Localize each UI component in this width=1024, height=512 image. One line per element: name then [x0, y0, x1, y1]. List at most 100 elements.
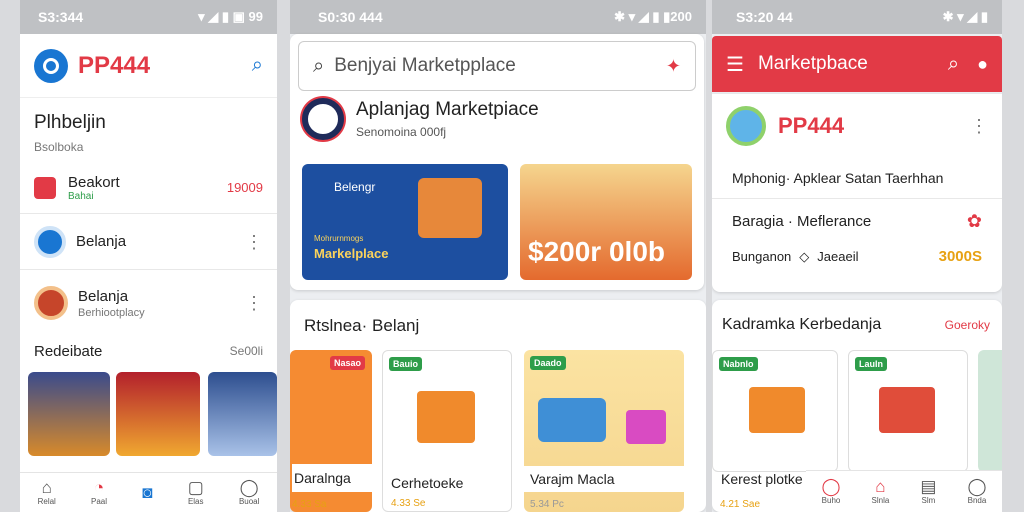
nav-profile[interactable]: ◯ Buoal	[239, 478, 259, 507]
banner-price: $200r 0l0b	[528, 236, 665, 267]
shop-brand: PP444	[778, 113, 845, 138]
product-title: Cerhetoeke	[391, 475, 464, 491]
search-icon: ⌕	[313, 54, 325, 77]
list-item[interactable]: Beakort Bahai 19009	[20, 162, 277, 214]
product-title: Daralnga	[292, 464, 372, 492]
product-image	[879, 387, 935, 433]
list-item-title: Belanja	[76, 233, 127, 250]
product-thumbnails	[20, 366, 277, 456]
product-card[interactable]: Lauln	[848, 350, 968, 472]
doc-icon: ▤	[920, 477, 937, 496]
nav-home[interactable]: ⌂ Slnla	[872, 477, 890, 506]
nav-home[interactable]: ⌂ Relal	[38, 479, 56, 507]
list-item-title: Beakort	[68, 173, 120, 191]
status-icons: ✱ ▾ ◢ ▮ ▮200	[614, 9, 692, 24]
product-image	[538, 398, 606, 442]
store-icon	[34, 225, 66, 258]
section-title: Redeibate	[34, 342, 103, 360]
shop-header[interactable]: PP444 ⋮	[712, 94, 1002, 158]
user-icon: ◯	[239, 478, 259, 497]
section-header: Kadramka Kerbedanja Goeroky	[722, 316, 990, 334]
product-title: Varajm Macla	[524, 466, 684, 492]
nav-notifications[interactable]: ◔ Paal	[91, 479, 107, 507]
see-all-link[interactable]: Goeroky	[945, 318, 990, 332]
bottom-nav: ◯ Buho ⌂ Slnla ▤ Slm ◯ Bnda	[806, 470, 1002, 512]
product-badge: Lauln	[855, 357, 887, 371]
product-price: 4.33 Se	[391, 498, 426, 509]
shop-row-1: Mphonig· Apklear Satan Taerhhan	[712, 158, 1002, 199]
product-card[interactable]: Nabnlo Kerest plotke	[712, 350, 838, 487]
promo-banner-marketplace[interactable]: Belengr Mohrurnmogs Markelplace	[302, 164, 508, 280]
section-value: Se00li	[229, 344, 263, 358]
shop-row-2-label: Baragia · Meflerance	[732, 213, 872, 230]
status-bar: S3:344 ▾ ◢ ▮ ▣ 99	[20, 0, 277, 34]
gift-icon	[34, 176, 56, 199]
status-time: S3:20 44	[736, 9, 793, 25]
shop-row-2[interactable]: Baragia · Meflerance ✿	[712, 199, 1002, 244]
product-thumbnail[interactable]	[208, 372, 277, 456]
product-price: 5.34 Pc	[530, 499, 564, 510]
product-thumbnail[interactable]	[116, 372, 200, 456]
shop-info-card: PP444 ⋮ Mphonig· Apklear Satan Taerhhan …	[712, 94, 1002, 292]
product-price: 4.33 Sa	[292, 499, 327, 510]
product-badge: Nabnlo	[719, 357, 758, 371]
app-bar: ☰ Marketpbace ⌕ ●	[712, 36, 1002, 92]
home-icon: ⌂	[875, 477, 886, 496]
store-header[interactable]: Aplanjag Marketpiace Senomoina 000fj	[290, 98, 704, 140]
product-card[interactable]: Nasao Daralnga 4.33 Sa	[290, 350, 372, 512]
product-image	[749, 387, 805, 433]
shield-icon: ▢	[187, 478, 204, 497]
search-input[interactable]: Benjyai Marketpplace	[334, 55, 516, 77]
page-title: Plhbeljin	[34, 112, 106, 133]
status-time: S3:344	[38, 9, 84, 25]
product-price: 4.21 Sae	[720, 499, 761, 510]
search-icon[interactable]: ⌕	[948, 53, 959, 76]
status-bar: S3:20 44 ✱ ▾ ◢ ▮	[712, 0, 1002, 34]
search-icon[interactable]: ⌕	[252, 54, 263, 77]
more-icon[interactable]: ⋮	[245, 294, 263, 312]
product-title: Kerest plotke	[721, 471, 803, 487]
products-section: Rtslnea· Belanj Nasao Daralnga 4.33 Sa B…	[290, 300, 706, 512]
shop-row-3-value: 3000S	[938, 248, 982, 265]
nav-shop[interactable]: ◯ Buho	[821, 477, 841, 506]
nav-shop[interactable]: ◙	[142, 482, 153, 502]
list-item-value: 19009	[226, 180, 263, 195]
product-card[interactable]: Bauio Cerhetoeke 4.33 Se	[382, 350, 512, 512]
list-item-sub: Bahai	[68, 190, 94, 202]
nav-orders[interactable]: ▤ Slm	[920, 477, 937, 506]
promo-banner-discount[interactable]: $200r 0l0b	[520, 164, 692, 280]
status-icons: ✱ ▾ ◢ ▮	[942, 9, 988, 24]
banner-sub: Mohrurnmogs	[314, 234, 364, 243]
profile-icon[interactable]: ●	[977, 54, 988, 75]
bottom-nav: ⌂ Relal ◔ Paal ◙ ▢ Elas ◯ Buoal	[20, 472, 277, 512]
nav-security[interactable]: ▢ Elas	[187, 478, 204, 507]
status-time: S0:30 444	[318, 9, 383, 25]
section-title: Rtslnea· Belanj	[304, 316, 420, 335]
shop-logo	[726, 106, 766, 146]
brand-name: PP444	[78, 51, 151, 79]
product-image	[417, 391, 475, 443]
status-icons: ▾ ◢ ▮ ▣ 99	[198, 9, 263, 24]
nav-profile[interactable]: ◯ Bnda	[967, 478, 986, 506]
shop-row-3[interactable]: Bunganon ◇ Jaeaeil 3000S	[712, 244, 1002, 269]
flower-icon: ✿	[966, 211, 982, 231]
mic-icon[interactable]: ✦	[666, 56, 681, 77]
left-phone-screen: S3:344 ▾ ◢ ▮ ▣ 99 PP444 ⌕ Plhbeljin Bsol…	[20, 0, 277, 512]
search-bar[interactable]: ⌕ Benjyai Marketpplace ✦	[298, 41, 696, 91]
product-card[interactable]	[978, 350, 1002, 472]
app-logo	[34, 48, 68, 83]
tag-icon: ◇	[799, 248, 810, 264]
bag-icon: ◯	[821, 477, 841, 496]
bag-icon: ◙	[142, 482, 153, 502]
menu-icon[interactable]: ☰	[726, 52, 744, 77]
list-item[interactable]: Belanja Berhiootplacy ⋮	[20, 270, 277, 336]
more-icon[interactable]: ⋮	[970, 117, 988, 135]
more-icon[interactable]: ⋮	[245, 233, 263, 251]
banner-title: Belengr	[334, 180, 376, 194]
shop-row-3-mid: Jaeaeil	[817, 249, 859, 264]
product-badge: Bauio	[389, 357, 423, 371]
product-thumbnail[interactable]	[28, 372, 110, 456]
list-item[interactable]: Belanja ⋮	[20, 214, 277, 270]
product-card[interactable]: Daado Varajm Macla 5.34 Pc	[524, 350, 684, 512]
store-sub: Senomoina 000fj	[356, 125, 447, 139]
